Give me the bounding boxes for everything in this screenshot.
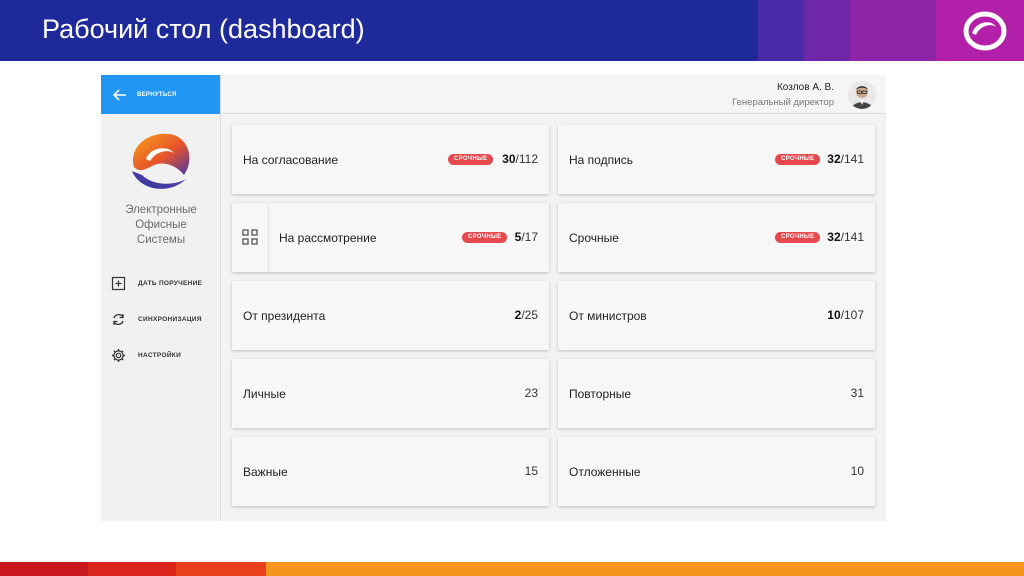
slide-title: Рабочий стол (dashboard)	[42, 14, 365, 44]
divider	[268, 203, 269, 272]
card-title: От министров	[569, 309, 647, 323]
urgent-badge: СРОЧНЫЕ	[775, 154, 821, 165]
sidebar-item-label: ДАТЬ ПОРУЧЕНИЕ	[138, 279, 203, 287]
sidebar-item-assign-task[interactable]: ДАТЬ ПОРУЧЕНИЕ	[111, 265, 219, 301]
add-task-icon	[111, 276, 126, 290]
card-count: 2/25	[514, 308, 538, 322]
presentation-slide: Рабочий стол (dashboard) ВЕРНУТЬСЯ Элект…	[0, 0, 1024, 576]
sidebar-item-label: НАСТРОЙКИ	[138, 351, 182, 359]
brand-name: Электронные Офисные Системы	[125, 204, 197, 246]
eos-logo-icon	[963, 11, 1007, 51]
grid-view-icon[interactable]	[242, 229, 258, 245]
card-for-review[interactable]: На рассмотрение СРОЧНЫЕ 5/17	[232, 203, 549, 272]
back-label: ВЕРНУТЬСЯ	[137, 91, 177, 98]
app-header: Козлов А. В. Генеральный директор	[222, 75, 886, 114]
card-personal[interactable]: Личные 23	[232, 359, 549, 428]
card-from-president[interactable]: От президента 2/25	[232, 281, 549, 350]
sidebar-item-settings[interactable]: НАСТРОЙКИ	[111, 337, 219, 373]
top-banner: Рабочий стол (dashboard)	[0, 0, 1024, 61]
card-count: 10	[850, 464, 864, 478]
card-count: 15	[524, 464, 538, 478]
card-for-signature[interactable]: На подпись СРОЧНЫЕ 32/141	[558, 125, 875, 194]
card-count: 23	[524, 386, 538, 400]
sync-icon	[113, 313, 124, 325]
gear-icon	[112, 348, 125, 362]
user-photo-icon	[848, 81, 876, 109]
card-from-ministers[interactable]: От министров 10/107	[558, 281, 875, 350]
card-count: 31	[850, 386, 864, 400]
eos-brand-logo-icon	[132, 133, 190, 189]
card-urgent[interactable]: Срочные СРОЧНЫЕ 32/141	[558, 203, 875, 272]
card-title: На рассмотрение	[279, 231, 377, 245]
card-count: 30/112	[502, 152, 538, 166]
card-repeated[interactable]: Повторные 31	[558, 359, 875, 428]
card-title: На подпись	[569, 153, 634, 167]
sidebar: ВЕРНУТЬСЯ Электронные Офисные Системы ДА…	[101, 75, 221, 521]
card-count: 10/107	[827, 308, 864, 322]
card-count: 5/17	[514, 230, 538, 244]
card-title: Важные	[243, 465, 288, 479]
card-postponed[interactable]: Отложенные 10	[558, 437, 875, 506]
bottom-stripe	[0, 562, 1024, 576]
urgent-badge: СРОЧНЫЕ	[775, 232, 821, 243]
card-title: Отложенные	[569, 465, 641, 479]
back-button[interactable]: ВЕРНУТЬСЯ	[101, 75, 220, 114]
card-title: На согласование	[243, 153, 338, 167]
card-count: 32/141	[827, 152, 864, 166]
urgent-badge: СРОЧНЫЕ	[462, 232, 508, 243]
card-title: Личные	[243, 387, 286, 401]
card-count: 32/141	[827, 230, 864, 244]
card-title: От президента	[243, 309, 326, 323]
app-window: ВЕРНУТЬСЯ Электронные Офисные Системы ДА…	[101, 75, 886, 521]
sidebar-item-label: СИНХРОНИЗАЦИЯ	[138, 315, 202, 323]
sidebar-menu: ДАТЬ ПОРУЧЕНИЕ СИНХРОНИЗАЦИЯ НАСТРОЙКИ	[111, 265, 219, 373]
card-for-approval[interactable]: На согласование СРОЧНЫЕ 30/112	[232, 125, 549, 194]
sidebar-item-sync[interactable]: СИНХРОНИЗАЦИЯ	[111, 301, 219, 337]
card-title: Повторные	[569, 387, 632, 401]
arrow-left-icon	[113, 88, 126, 101]
card-important[interactable]: Важные 15	[232, 437, 549, 506]
avatar[interactable]	[848, 81, 876, 109]
urgent-badge: СРОЧНЫЕ	[448, 154, 494, 165]
user-role: Генеральный директор	[732, 97, 834, 108]
user-name: Козлов А. В.	[776, 82, 834, 93]
card-title: Срочные	[569, 231, 619, 245]
